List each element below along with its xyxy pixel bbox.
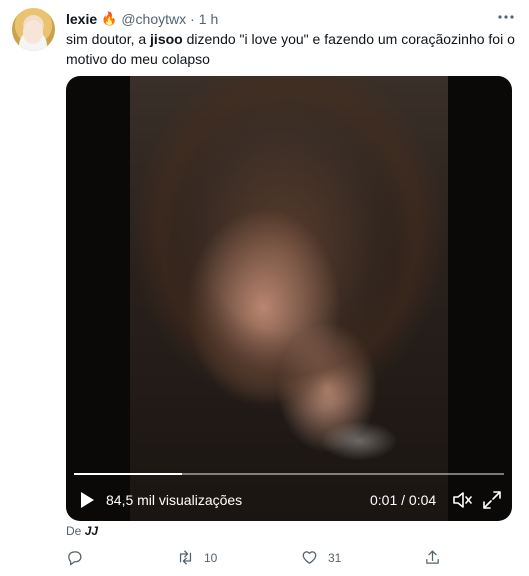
like-button[interactable]: 31 <box>301 549 341 566</box>
tweet-header: lexie 🔥 @choytwx · 1 h <box>66 9 529 29</box>
video-progress-bar[interactable] <box>74 473 504 475</box>
video-overlay <box>130 76 448 521</box>
video-player[interactable]: 84,5 mil visualizações 0:01 / 0:04 <box>66 76 512 521</box>
share-button[interactable] <box>424 549 441 566</box>
separator-dot: · <box>190 11 195 27</box>
tweet-time[interactable]: 1 h <box>199 11 218 27</box>
play-icon[interactable] <box>80 492 94 508</box>
like-icon <box>302 551 317 564</box>
volume-icon[interactable] <box>452 491 472 509</box>
video-progress-fill <box>74 473 182 475</box>
fullscreen-icon[interactable] <box>482 490 502 510</box>
retweet-count: 10 <box>204 550 218 565</box>
avatar[interactable] <box>12 8 55 51</box>
retweet-icon <box>179 550 192 565</box>
share-icon <box>426 550 439 564</box>
reply-button[interactable] <box>66 549 83 566</box>
author-handle[interactable]: @choytwx <box>121 11 186 27</box>
retweet-button[interactable]: 10 <box>177 549 217 566</box>
reply-icon <box>68 551 82 566</box>
tweet-text: sim doutor, a jisoo dizendo "i love you"… <box>66 31 515 67</box>
like-count: 31 <box>328 550 342 565</box>
fire-icon: 🔥 <box>101 11 118 26</box>
source-name[interactable]: JJ <box>85 524 98 538</box>
view-count: 84,5 mil visualizações <box>106 492 243 508</box>
video-source: De JJ <box>66 524 99 538</box>
mention-jisoo: jisoo <box>150 31 183 47</box>
video-timer: 0:01 / 0:04 <box>370 492 437 508</box>
author-name[interactable]: lexie <box>66 11 97 27</box>
more-icon[interactable] <box>497 8 515 31</box>
